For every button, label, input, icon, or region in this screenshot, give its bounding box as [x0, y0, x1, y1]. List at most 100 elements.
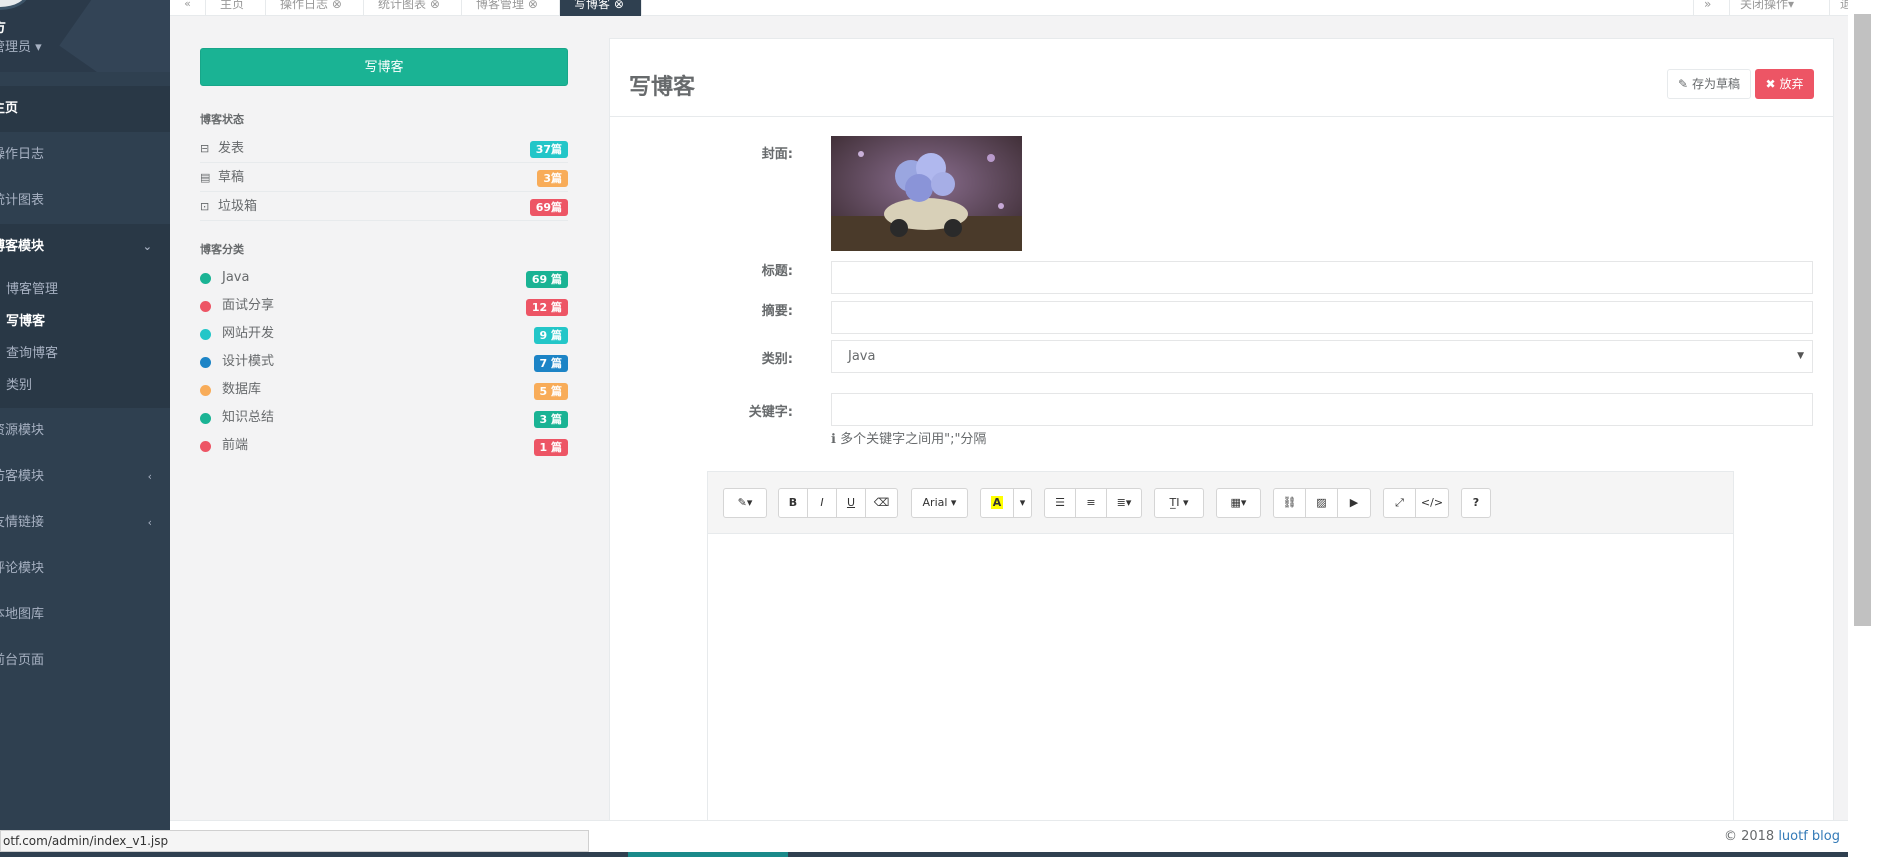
bold-icon[interactable]: B	[778, 488, 808, 518]
write-blog-button[interactable]: 写博客	[200, 48, 568, 86]
chevron-down-icon: ⌄	[142, 240, 152, 253]
tabs-forward-icon[interactable]: »	[1693, 0, 1729, 16]
table-icon[interactable]: ▦▾	[1216, 488, 1261, 518]
style-magic-icon[interactable]: ✎▾	[723, 488, 767, 518]
category-label: 网站开发	[222, 326, 275, 341]
category-dot-icon	[200, 413, 211, 424]
status-item[interactable]: ▤ 草稿 3篇	[200, 163, 568, 192]
scrollbar-thumb[interactable]	[1854, 14, 1871, 626]
category-label: Java	[222, 270, 250, 285]
summary-label: 摘要:	[761, 304, 793, 319]
brand-link[interactable]: luotf blog	[1778, 829, 1840, 844]
tab-write-blog[interactable]: 写博客 ⊗	[560, 0, 642, 16]
profile-header: 方 管理员 ▾	[0, 0, 170, 72]
underline-icon[interactable]: U	[836, 488, 866, 518]
tab-home[interactable]: 主页	[206, 0, 266, 16]
nav-links[interactable]: 友情链接 ‹	[0, 500, 170, 546]
fullscreen-icon[interactable]: ⤢	[1383, 488, 1416, 518]
status-label: 草稿	[218, 170, 245, 185]
caret-down-icon: ▼	[1797, 351, 1804, 361]
write-blog-panel: 写博客 ✎ 存为草稿 ✖ 放弃 封面: 标题: 摘要: 类别: Java ▼ 关…	[609, 38, 1834, 857]
tabs-back-icon[interactable]: «	[170, 0, 206, 16]
blog-category-title: 博客分类	[200, 243, 244, 256]
italic-icon[interactable]: I	[807, 488, 837, 518]
profile-role-dropdown[interactable]: 管理员 ▾	[0, 36, 42, 55]
code-view-icon[interactable]: </>	[1415, 488, 1449, 518]
help-icon[interactable]: ?	[1461, 488, 1491, 518]
image-icon[interactable]: ▨	[1305, 488, 1338, 518]
browser-status-url: otf.com/admin/index_v1.jsp	[0, 830, 589, 852]
cover-label: 封面:	[761, 147, 793, 162]
nav-links-label: 友情链接	[0, 515, 45, 530]
sub-item-blog-manage[interactable]: 博客管理	[6, 278, 58, 297]
pencil-icon: ✎	[1678, 77, 1689, 91]
font-color-dropdown-icon[interactable]: ▾	[1013, 488, 1032, 518]
cover-image-artwork	[831, 136, 1022, 251]
nav-gallery[interactable]: 本地图库	[0, 592, 170, 638]
category-item[interactable]: 数据库 5 篇	[200, 376, 568, 404]
font-color-icon[interactable]: A	[980, 488, 1014, 518]
count-badge: 37篇	[529, 141, 568, 158]
align-dropdown-icon[interactable]: ≣▾	[1106, 488, 1142, 518]
ordered-list-icon[interactable]: ≡	[1075, 488, 1107, 518]
editor-content-area[interactable]	[708, 534, 1733, 857]
count-badge: 1 篇	[533, 439, 568, 456]
category-item[interactable]: 设计模式 7 篇	[200, 348, 568, 376]
tab-stats[interactable]: 统计图表 ⊗	[364, 0, 462, 16]
category-dot-icon	[200, 385, 211, 396]
profile-name: 方	[0, 17, 6, 37]
cover-image[interactable]	[831, 136, 1022, 251]
category-item[interactable]: 知识总结 3 篇	[200, 404, 568, 432]
close-icon: ✖	[1765, 77, 1776, 91]
nav-visitor[interactable]: 访客模块 ‹	[0, 454, 170, 500]
status-item[interactable]: ⊟ 发表 37篇	[200, 134, 568, 163]
sub-item-write-blog[interactable]: 写博客	[6, 310, 45, 329]
nav-log[interactable]: 操作日志	[0, 132, 170, 178]
category-item[interactable]: Java 69 篇	[200, 264, 568, 292]
link-icon[interactable]: ⛓	[1273, 488, 1306, 518]
eraser-icon[interactable]: ⌫	[865, 488, 898, 518]
taskbar-active-segment	[628, 852, 788, 857]
count-badge: 7 篇	[533, 355, 568, 372]
keywords-hint-text: 多个关键字之间用";"分隔	[840, 432, 987, 447]
category-select[interactable]: Java ▼	[831, 340, 1813, 373]
font-family-dropdown[interactable]: Arial ▾	[911, 488, 968, 518]
trash-icon: ⊡	[200, 200, 210, 213]
nav-stats[interactable]: 统计图表	[0, 178, 170, 224]
nav-comments-label: 评论模块	[0, 561, 45, 576]
category-dot-icon	[200, 329, 211, 340]
nav-home[interactable]: 主页	[0, 86, 170, 132]
text-size-dropdown[interactable]: T̲I ▾	[1154, 488, 1204, 518]
nav-frontend[interactable]: 前台页面	[0, 638, 170, 684]
inbox-icon: ⊟	[200, 142, 210, 155]
avatar[interactable]	[0, 0, 30, 10]
sub-item-category[interactable]: 类别	[6, 374, 32, 393]
tab-bar: « 主页 操作日志 ⊗ 统计图表 ⊗ 博客管理 ⊗ 写博客 ⊗ » 关闭操作▾ …	[170, 0, 1885, 16]
unordered-list-icon[interactable]: ☰	[1044, 488, 1076, 518]
nav-resource[interactable]: 资源模块	[0, 408, 170, 454]
sub-item-search-blog[interactable]: 查询博客	[6, 342, 58, 361]
close-tabs-dropdown[interactable]: 关闭操作▾	[1729, 0, 1829, 16]
video-icon[interactable]: ▶	[1337, 488, 1371, 518]
save-draft-button[interactable]: ✎ 存为草稿	[1667, 69, 1751, 99]
nav-blog-module[interactable]: 博客模块 ⌄	[0, 224, 170, 270]
tab-blog-manage[interactable]: 博客管理 ⊗	[462, 0, 560, 16]
nav-stats-label: 统计图表	[0, 193, 45, 208]
category-label: 前端	[222, 438, 249, 453]
title-input[interactable]	[831, 261, 1813, 294]
keywords-input[interactable]	[831, 393, 1813, 426]
chevron-left-icon: ‹	[147, 470, 152, 483]
discard-button[interactable]: ✖ 放弃	[1755, 69, 1814, 99]
nav-blog-module-label: 博客模块	[0, 239, 45, 254]
category-label: 面试分享	[222, 298, 275, 313]
category-dot-icon	[200, 357, 211, 368]
nav-comments[interactable]: 评论模块	[0, 546, 170, 592]
category-item[interactable]: 前端 1 篇	[200, 432, 568, 460]
category-label: 数据库	[222, 382, 262, 397]
category-item[interactable]: 网站开发 9 篇	[200, 320, 568, 348]
keywords-hint: ℹ 多个关键字之间用";"分隔	[831, 428, 986, 447]
summary-input[interactable]	[831, 301, 1813, 334]
status-item[interactable]: ⊡ 垃圾箱 69篇	[200, 192, 568, 221]
tab-log[interactable]: 操作日志 ⊗	[266, 0, 364, 16]
category-item[interactable]: 面试分享 12 篇	[200, 292, 568, 320]
